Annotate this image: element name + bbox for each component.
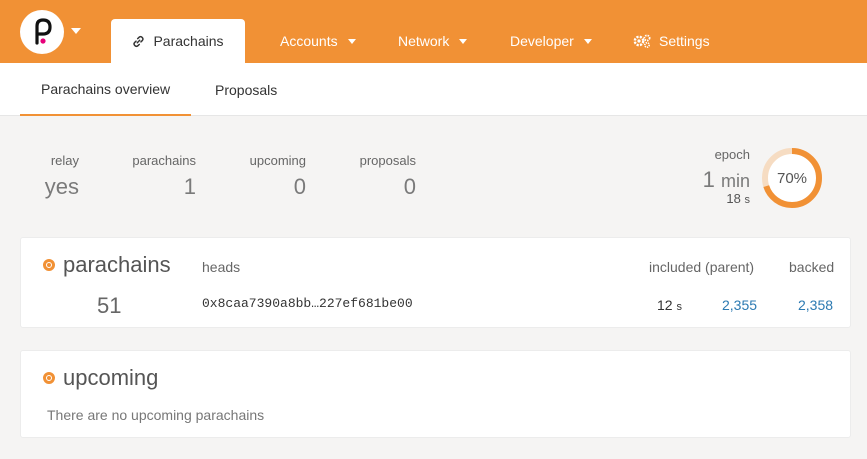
nav-settings[interactable]: Settings	[633, 19, 710, 63]
summary-upcoming: upcoming 0	[240, 153, 306, 200]
summary-parachains-value: 1	[183, 174, 196, 199]
parachains-card: parachains heads included (parent) backe…	[20, 237, 851, 328]
parachain-time-value: 12	[657, 297, 673, 313]
epoch-progress-text: 70%	[776, 169, 808, 187]
epoch-seconds: 18 s	[700, 191, 750, 206]
column-backed: backed	[789, 259, 835, 275]
nav-accounts[interactable]: Accounts	[280, 19, 356, 63]
upcoming-card-title: upcoming	[43, 365, 158, 391]
summary-upcoming-value: 0	[293, 174, 306, 199]
bullet-icon	[43, 372, 55, 384]
subtab-parachains-overview-label: Parachains overview	[41, 80, 171, 97]
epoch-seconds-unit: s	[744, 194, 751, 206]
chevron-down-icon	[583, 38, 592, 44]
nav-developer[interactable]: Developer	[510, 19, 592, 63]
parachain-included-block[interactable]: 2,355	[722, 297, 757, 313]
upcoming-card: upcoming There are no upcoming parachain…	[20, 350, 851, 438]
parachains-card-title: parachains	[43, 252, 171, 278]
parachain-id[interactable]: 51	[97, 293, 121, 319]
top-nav-bar: Parachains Accounts Network Developer Se…	[0, 0, 867, 63]
polkadot-logo-icon[interactable]	[20, 10, 64, 54]
parachain-head-hash: 0x8caa7390a8bb…227ef681be00	[202, 296, 413, 311]
gears-icon	[633, 34, 651, 48]
upcoming-card-title-text: upcoming	[63, 365, 159, 390]
column-included: included (parent)	[649, 259, 755, 275]
parachain-time: 12 s	[657, 297, 682, 313]
subtab-proposals-label: Proposals	[215, 81, 278, 98]
epoch-label: epoch	[714, 147, 750, 162]
chain-selector-caret-icon[interactable]	[71, 28, 81, 34]
subtab-parachains-overview[interactable]: Parachains overview	[20, 63, 192, 116]
epoch-minutes: 1 min	[690, 167, 750, 193]
subtab-proposals[interactable]: Proposals	[215, 63, 277, 116]
summary-relay: relay yes	[30, 153, 79, 200]
link-icon	[133, 35, 145, 47]
column-heads: heads	[202, 259, 241, 275]
summary-proposals-label: proposals	[359, 153, 416, 168]
upcoming-empty-message: There are no upcoming parachains	[47, 407, 265, 423]
chevron-down-icon	[347, 38, 356, 44]
nav-network[interactable]: Network	[398, 19, 468, 63]
bullet-icon	[43, 259, 55, 271]
nav-settings-label: Settings	[659, 33, 710, 49]
summary-proposals-value: 0	[403, 174, 416, 199]
nav-developer-label: Developer	[510, 33, 574, 49]
parachains-card-title-text: parachains	[63, 252, 171, 277]
nav-network-label: Network	[398, 33, 450, 49]
nav-accounts-label: Accounts	[280, 33, 338, 49]
parachain-backed-block[interactable]: 2,358	[798, 297, 833, 313]
summary-parachains: parachains 1	[120, 153, 196, 200]
sub-tab-bar: Parachains overview Proposals	[0, 63, 867, 116]
tab-parachains[interactable]: Parachains	[111, 19, 245, 63]
epoch-minutes-value: 1	[702, 167, 715, 192]
summary-relay-label: relay	[50, 153, 79, 168]
epoch-seconds-value: 18	[726, 191, 741, 206]
parachain-time-unit: s	[676, 301, 682, 313]
chevron-down-icon	[459, 38, 468, 44]
summary-relay-value: yes	[44, 174, 79, 199]
summary-upcoming-label: upcoming	[249, 153, 306, 168]
tab-parachains-label: Parachains	[153, 33, 224, 49]
summary-proposals: proposals 0	[350, 153, 416, 200]
summary-parachains-label: parachains	[132, 153, 196, 168]
epoch-minutes-unit: min	[720, 171, 750, 191]
